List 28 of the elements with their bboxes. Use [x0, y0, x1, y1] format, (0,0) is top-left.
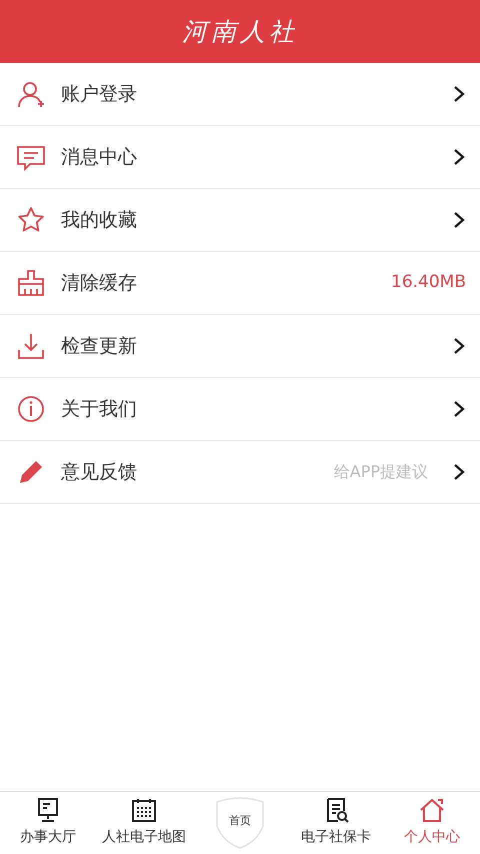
menu-item[interactable]: 意见反馈 给APP提建议: [0, 441, 480, 504]
home-tab[interactable]: 首页: [215, 796, 265, 850]
calendar-icon: [130, 796, 158, 824]
menu-label: 我的收藏: [61, 208, 137, 233]
menu-label: 关于我们: [61, 396, 137, 422]
menu-item[interactable]: 账户登录: [0, 63, 480, 126]
info-icon: [16, 394, 46, 424]
broom-icon: [16, 268, 46, 298]
house-icon: [418, 796, 446, 824]
app-title: 河南人社: [182, 16, 298, 48]
tab[interactable]: 个人中心: [384, 792, 480, 854]
menu-item[interactable]: 我的收藏: [0, 189, 480, 252]
menu-item[interactable]: 检查更新: [0, 315, 480, 378]
cache-size: 16.40MB: [391, 271, 466, 294]
tab[interactable]: 电子社保卡: [288, 792, 384, 854]
menu-label: 意见反馈: [61, 460, 137, 485]
menu-item[interactable]: 消息中心: [0, 126, 480, 189]
user-icon: [16, 79, 46, 109]
menu-label: 账户登录: [61, 82, 137, 107]
menu-label: 清除缓存: [61, 270, 137, 296]
hint-text: 给APP提建议: [334, 461, 428, 483]
menu-item[interactable]: 清除缓存 16.40MB: [0, 252, 480, 315]
menu-label: 消息中心: [61, 144, 137, 170]
tab[interactable]: 办事大厅: [0, 792, 96, 854]
menu-label: 检查更新: [61, 334, 137, 359]
menu-item[interactable]: 关于我们: [0, 378, 480, 441]
tab[interactable]: 人社电子地图: [96, 792, 192, 854]
download-icon: [16, 331, 46, 361]
